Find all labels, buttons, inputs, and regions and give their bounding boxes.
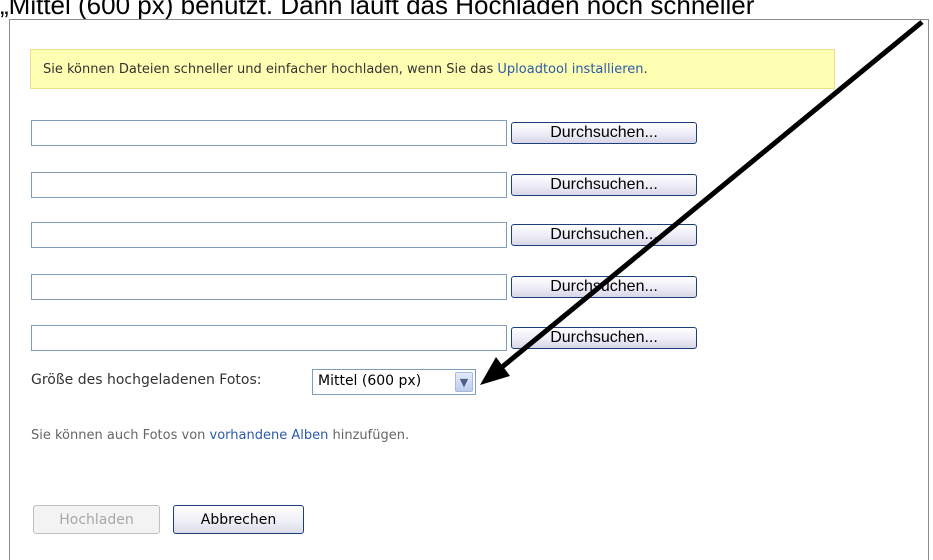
upload-button[interactable]: Hochladen bbox=[33, 505, 160, 534]
file-path-input[interactable] bbox=[31, 222, 507, 248]
hint-text: Sie können auch Fotos von bbox=[31, 428, 210, 443]
chevron-down-icon[interactable]: ▼ bbox=[455, 372, 473, 392]
uploadtool-notice: Sie können Dateien schneller und einfach… bbox=[30, 49, 835, 89]
photo-size-selected-value: Mittel (600 px) bbox=[318, 373, 422, 389]
file-path-input[interactable] bbox=[31, 274, 507, 300]
browse-button[interactable]: Durchsuchen... bbox=[511, 276, 697, 298]
uploadtool-install-link[interactable]: Uploadtool installieren bbox=[497, 62, 643, 77]
file-path-input[interactable] bbox=[31, 172, 507, 198]
browse-button[interactable]: Durchsuchen... bbox=[511, 122, 697, 144]
notice-text-end: . bbox=[643, 62, 648, 77]
hint-text-end: hinzufügen. bbox=[328, 428, 410, 443]
browse-button[interactable]: Durchsuchen... bbox=[511, 224, 697, 246]
photo-size-label: Größe des hochgeladenen Fotos: bbox=[31, 372, 262, 388]
file-path-input[interactable] bbox=[31, 325, 507, 351]
browse-button[interactable]: Durchsuchen... bbox=[511, 174, 697, 196]
file-path-input[interactable] bbox=[31, 120, 507, 146]
existing-albums-link[interactable]: vorhandene Alben bbox=[210, 428, 329, 443]
photo-size-select[interactable]: Mittel (600 px) ▼ bbox=[312, 369, 476, 395]
cancel-button[interactable]: Abbrechen bbox=[173, 505, 304, 534]
notice-text: Sie können Dateien schneller und einfach… bbox=[43, 62, 498, 77]
browse-button[interactable]: Durchsuchen... bbox=[511, 327, 697, 349]
existing-albums-hint: Sie können auch Fotos von vorhandene Alb… bbox=[31, 428, 409, 443]
